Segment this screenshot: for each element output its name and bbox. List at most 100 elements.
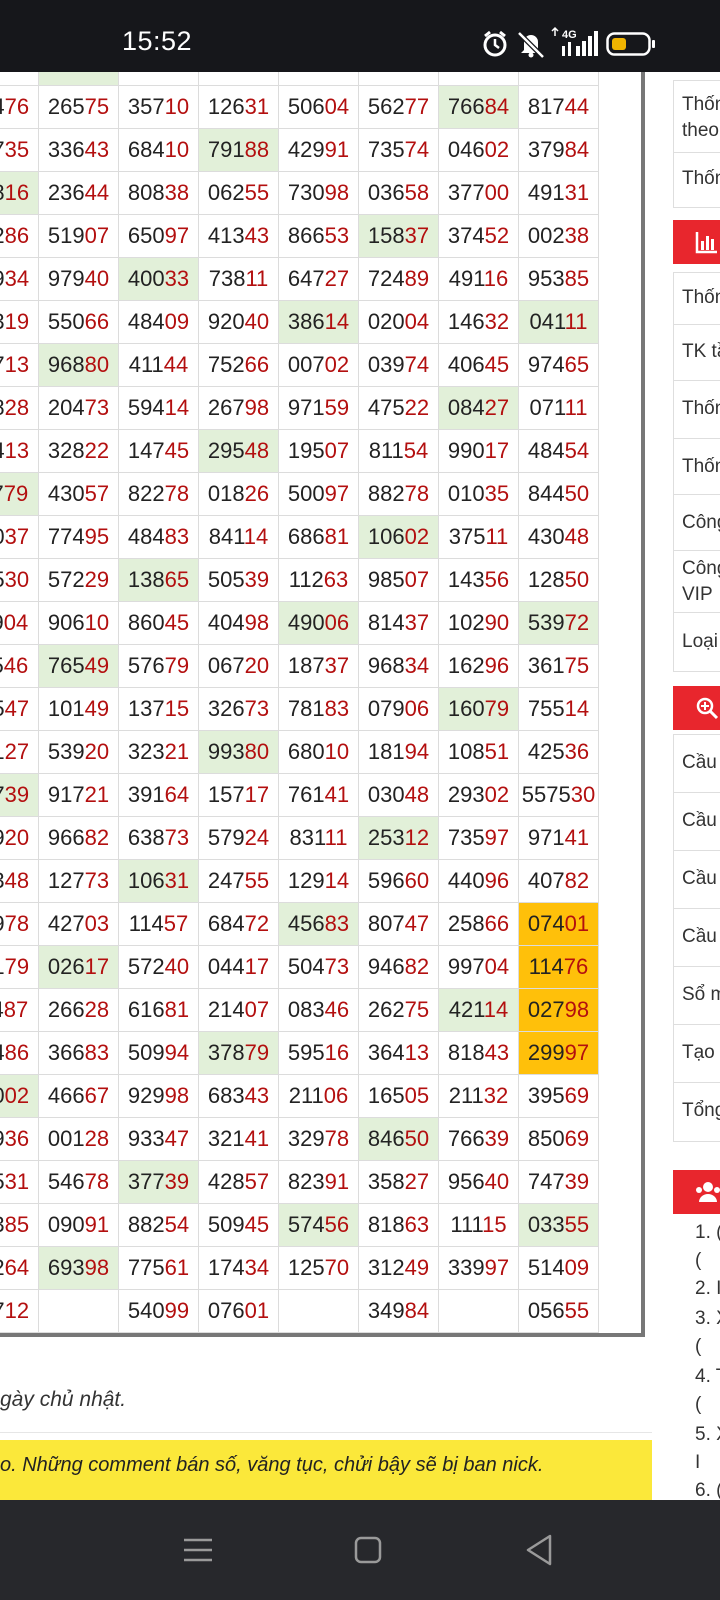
- home-icon[interactable]: [348, 1530, 388, 1570]
- cell-prefix: 157: [207, 782, 245, 807]
- result-cell: 22037: [0, 515, 39, 559]
- result-cell: 00128: [38, 1117, 119, 1161]
- cell-last-two-digits: 83: [164, 524, 190, 549]
- cell-prefix: 181: [367, 739, 405, 764]
- sidebar-item-stat-5[interactable]: Thốn: [673, 380, 720, 440]
- cell-last-two-digits: 41: [324, 782, 350, 807]
- sidebar-item-tong[interactable]: Tổng: [673, 1082, 720, 1142]
- cell-prefix: 020: [367, 309, 405, 334]
- sidebar-item-stat-3[interactable]: Thốn: [673, 272, 720, 326]
- cell-last-two-digits: 10: [324, 739, 350, 764]
- result-cell: 11115: [438, 1203, 519, 1247]
- cell-last-two-digits: 22: [404, 395, 430, 420]
- cell-last-two-digits: 66: [244, 352, 270, 377]
- result-cell: 65530: [0, 558, 39, 602]
- result-cell: 96682: [38, 816, 119, 860]
- list-item[interactable]: 6. (: [695, 1480, 720, 1500]
- result-cell: 29548: [198, 429, 279, 473]
- result-cell: 16296: [438, 644, 519, 688]
- menu-icon[interactable]: [178, 1530, 218, 1570]
- cell-last-two-digits: 51: [484, 739, 510, 764]
- table-row: 9193497940400337381164727724894911695385: [0, 257, 599, 301]
- results-table-container: 3455890749205304326138609540910340011253…: [0, 72, 645, 1337]
- cell-prefix: 647: [287, 266, 325, 291]
- cell-last-two-digits: 55: [564, 1298, 590, 1323]
- table-row: 2217902617572400441750473946829970411476: [0, 945, 599, 989]
- table-row: 1154676549576790672018737968341629636175: [0, 644, 599, 688]
- cell-last-two-digits: 36: [4, 1126, 30, 1151]
- cell-prefix: 579: [207, 825, 245, 850]
- cell-last-two-digits: 96: [484, 653, 510, 678]
- sidebar-item-cau-3[interactable]: Cầu: [673, 850, 720, 910]
- result-cell: 50994: [118, 1031, 199, 1075]
- result-cell: 26798: [198, 386, 279, 430]
- cell-prefix: 866: [287, 223, 325, 248]
- sidebar-item-stat-2[interactable]: Thốn: [673, 152, 720, 208]
- sidebar-section-stats-header: [673, 220, 720, 264]
- cell-last-two-digits: 86: [4, 223, 30, 248]
- sidebar-item-label: Thốn: [682, 287, 720, 308]
- cell-last-two-digits: 76: [563, 954, 589, 979]
- cell-last-two-digits: 82: [404, 954, 430, 979]
- result-cell: 37984: [518, 128, 599, 172]
- cell-prefix: 404: [207, 610, 245, 635]
- cell-prefix: 165: [367, 1083, 405, 1108]
- sidebar-item-so-mo[interactable]: Sổ m: [673, 966, 720, 1026]
- cell-last-two-digits: 01: [244, 1298, 270, 1323]
- cell-prefix: 456: [287, 911, 325, 936]
- sidebar-item-stat-7[interactable]: Công: [673, 494, 720, 552]
- result-cell: 40782: [518, 859, 599, 903]
- result-cell: 75266: [198, 343, 279, 387]
- result-cell: 84650: [358, 1117, 439, 1161]
- result-cell: 50604: [278, 85, 359, 129]
- sidebar-item-tao[interactable]: Tạo: [673, 1024, 720, 1084]
- result-cell: 44096: [438, 859, 519, 903]
- list-item[interactable]: 2. I: [695, 1278, 720, 1300]
- cell-last-two-digits: 43: [244, 223, 270, 248]
- sidebar-item-stat-1[interactable]: Thốn theo: [673, 80, 720, 154]
- result-cell: 37452: [438, 214, 519, 258]
- sidebar-item-cau-4[interactable]: Cầu: [673, 908, 720, 968]
- back-icon[interactable]: [520, 1530, 560, 1570]
- cell-last-two-digits: 66: [84, 309, 110, 334]
- cell-last-two-digits: 94: [404, 739, 430, 764]
- cell-last-two-digits: 83: [84, 1040, 110, 1065]
- result-cell: 11457: [118, 902, 199, 946]
- users-icon: [696, 1182, 720, 1202]
- sidebar-item-cau-2[interactable]: Cầu: [673, 792, 720, 852]
- cell-last-two-digits: 65: [164, 567, 190, 592]
- sidebar-item-stat-8[interactable]: Công VIP: [673, 550, 720, 614]
- result-cell: 11263: [278, 558, 359, 602]
- cell-last-two-digits: 69: [564, 1126, 590, 1151]
- result-cell: 48483: [118, 515, 199, 559]
- cell-last-two-digits: 40: [244, 309, 270, 334]
- result-cell: 86653: [278, 214, 359, 258]
- cell-prefix: 484: [127, 309, 165, 334]
- cell-prefix: 971: [527, 825, 565, 850]
- sidebar-item-stat-4[interactable]: TK tầ: [673, 324, 720, 382]
- cell-last-two-digits: 10: [164, 137, 190, 162]
- cell-last-two-digits: 43: [484, 1040, 510, 1065]
- list-item[interactable]: 5. X: [695, 1424, 720, 1446]
- sidebar-item-cau-1[interactable]: Cầu: [673, 734, 720, 794]
- cell-prefix: 421: [448, 997, 484, 1022]
- result-cell: 68472: [198, 902, 279, 946]
- sidebar-item-stat-6[interactable]: Thốn: [673, 438, 720, 496]
- cell-last-two-digits: 78: [324, 1126, 350, 1151]
- table-row: 6553057229138655053911263985071435612850: [0, 558, 599, 602]
- cell-prefix: 974: [527, 352, 565, 377]
- list-item[interactable]: 1. (: [695, 1222, 720, 1244]
- result-cell: 15717: [198, 773, 279, 817]
- result-cell: 03355: [518, 1203, 599, 1247]
- list-item[interactable]: 3. X: [695, 1308, 720, 1330]
- cell-prefix: 112: [288, 567, 324, 592]
- cell-prefix: 400: [127, 266, 165, 291]
- sidebar-item-stat-9[interactable]: Loại: [673, 612, 720, 672]
- result-cell: 21106: [278, 1074, 359, 1118]
- cell-prefix: 084: [447, 395, 485, 420]
- result-cell: 47522: [358, 386, 439, 430]
- result-cell: 22319: [0, 300, 39, 344]
- list-item[interactable]: 4. T: [695, 1366, 720, 1388]
- sidebar-item-label: Loại: [682, 631, 718, 652]
- cell-prefix: 966: [47, 825, 85, 850]
